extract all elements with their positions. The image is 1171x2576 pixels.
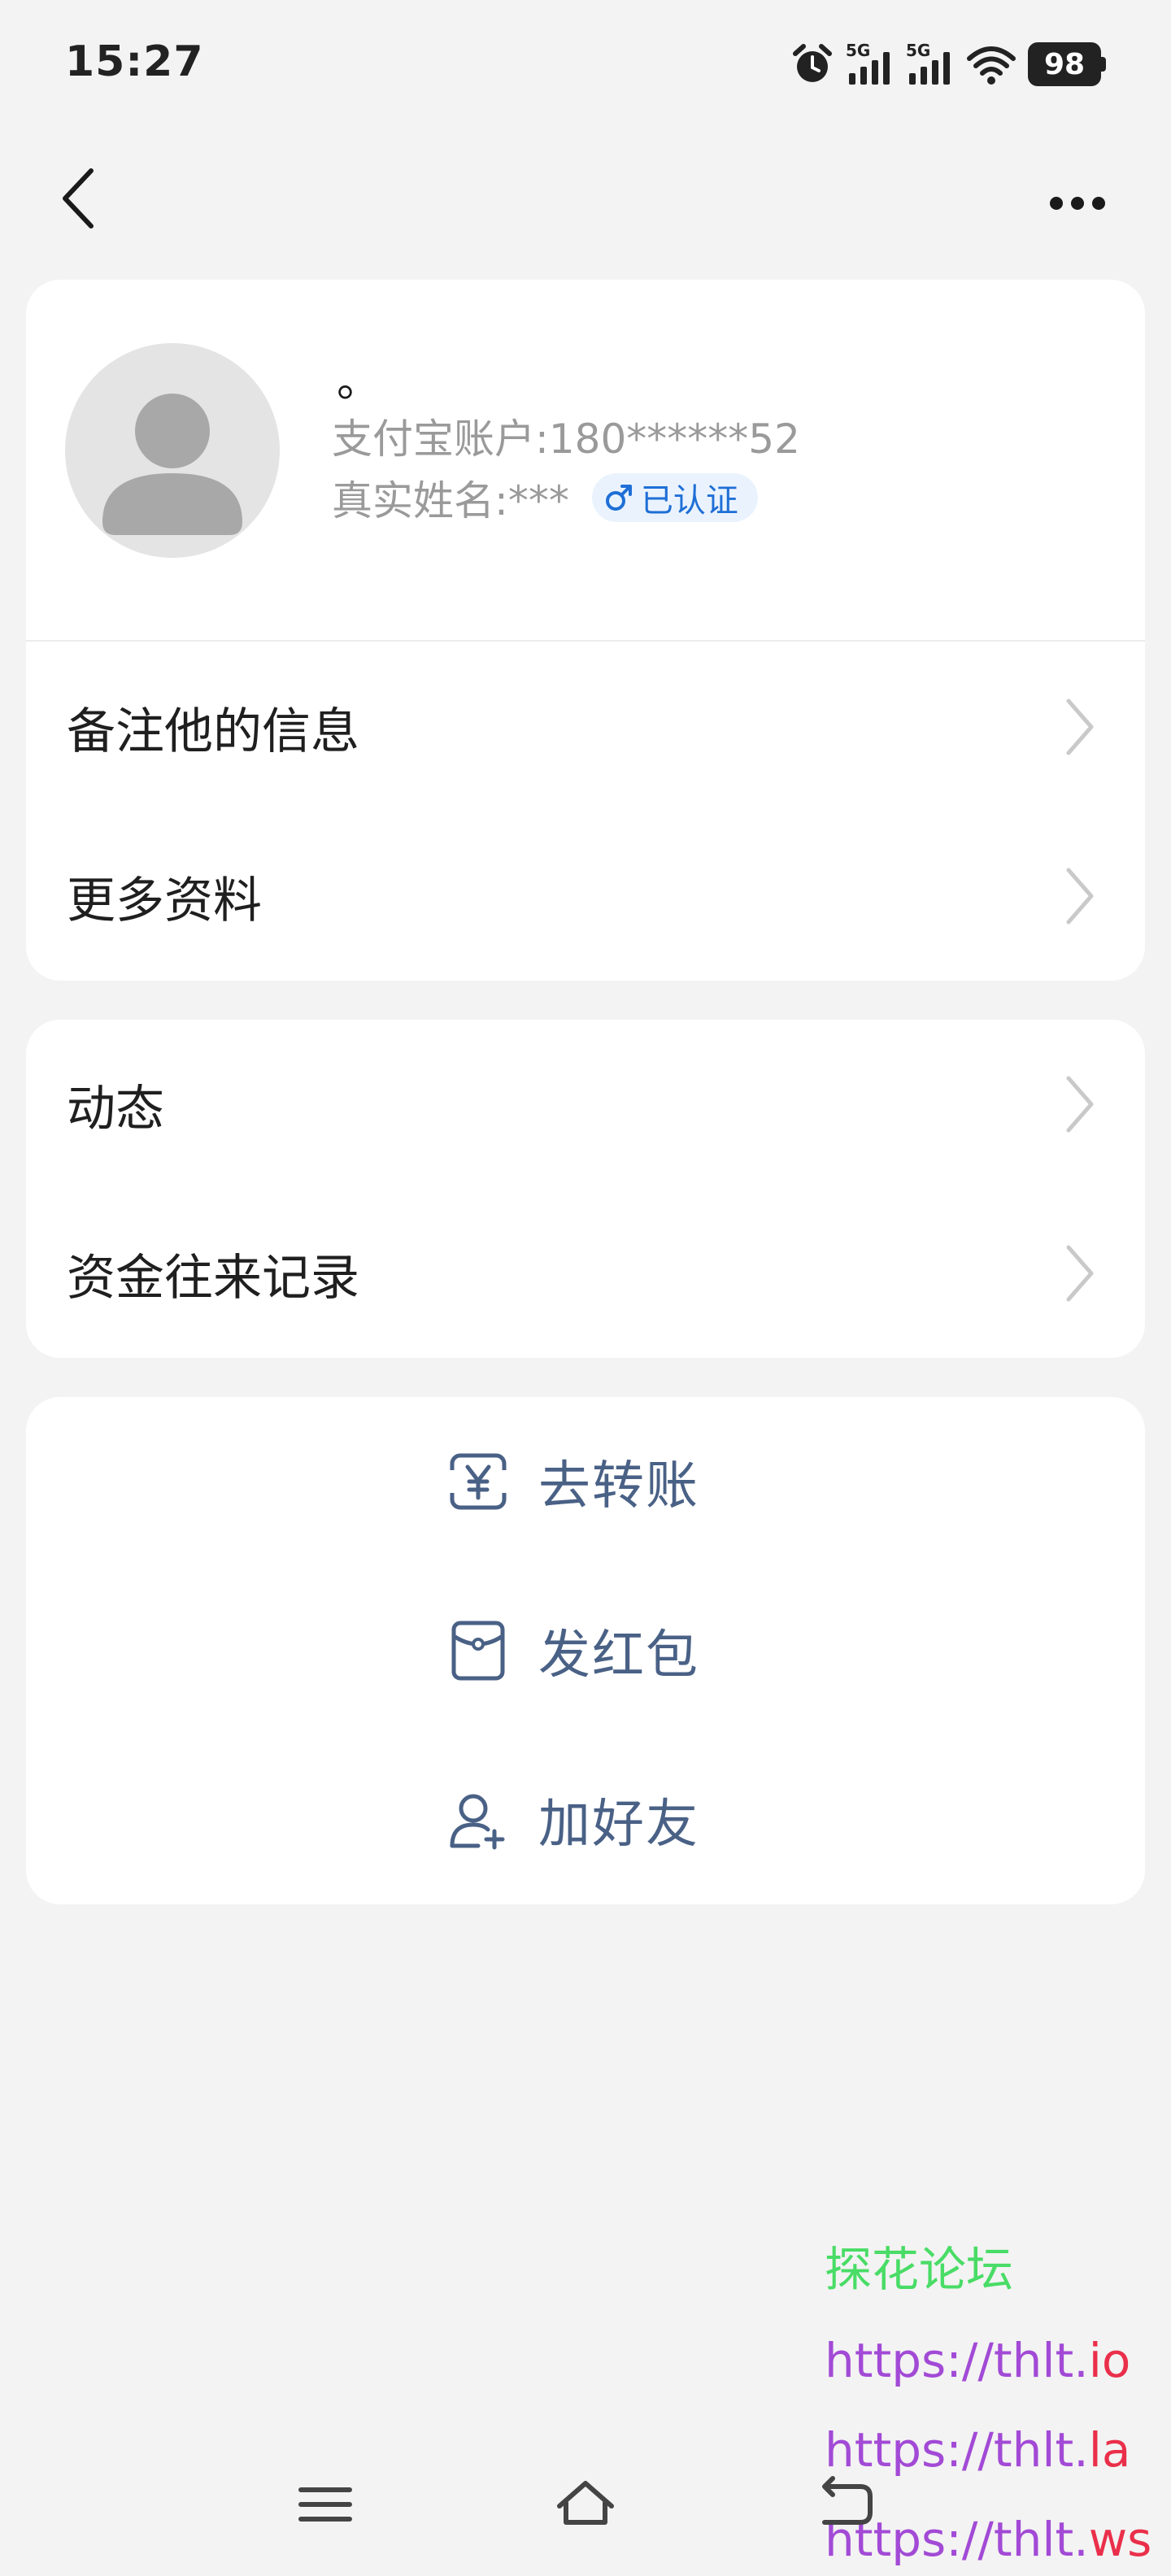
back-button[interactable] [49, 159, 107, 237]
home-icon[interactable] [553, 2472, 618, 2537]
transfer-button[interactable]: 去转账 [26, 1397, 1145, 1566]
activity-card: 动态 资金往来记录 [26, 1020, 1145, 1358]
watermark-link-suffix: ws [1088, 2512, 1152, 2567]
fund-records-row[interactable]: 资金往来记录 [26, 1189, 1145, 1358]
red-envelope-label: 发红包 [538, 1625, 699, 1686]
transfer-label: 去转账 [538, 1456, 699, 1516]
chevron-right-icon [1066, 1245, 1094, 1302]
back-arrow-icon [63, 168, 94, 228]
watermark-link-suffix: la [1088, 2422, 1131, 2478]
battery-tip [1101, 57, 1106, 72]
more-button[interactable] [1041, 171, 1114, 236]
fund-records-label: 资金往来记录 [67, 1249, 359, 1307]
remark-info-row[interactable]: 备注他的信息 [26, 642, 1145, 812]
status-time: 15:27 [65, 37, 204, 86]
add-friend-label: 加好友 [538, 1795, 699, 1855]
more-dots-icon [1071, 197, 1084, 210]
account-number: 支付宝账户:180******52 [332, 416, 800, 463]
red-envelope-button[interactable]: 发红包 [26, 1566, 1145, 1735]
moments-row[interactable]: 动态 [26, 1020, 1145, 1189]
chevron-right-icon [1066, 698, 1094, 755]
back-nav-icon[interactable] [813, 2472, 878, 2537]
verified-label: 已认证 [640, 482, 738, 520]
moments-label: 动态 [67, 1080, 164, 1138]
watermark-link[interactable]: https://thlt.la [825, 2426, 1130, 2474]
watermark-title: 探花论坛 [825, 2242, 1014, 2297]
chevron-right-icon [1066, 1076, 1094, 1133]
actions-card: 去转账 发红包 加好友 [26, 1397, 1145, 1904]
signal-5g-icon: 5G [846, 41, 895, 88]
wifi-icon [967, 46, 1016, 85]
battery-icon: 98 [1028, 42, 1101, 86]
nickname: 。 [337, 355, 381, 407]
alarm-icon [793, 44, 832, 82]
profile-card: 。 支付宝账户:180******52 真实姓名:*** 已认证 备注他的信息 … [26, 280, 1145, 981]
remark-info-label: 备注他的信息 [67, 703, 359, 760]
more-profile-label: 更多资料 [67, 872, 262, 929]
menu-icon[interactable] [293, 2472, 358, 2537]
watermark-link-prefix: https://thlt. [825, 2333, 1089, 2388]
red-envelope-icon [451, 1621, 505, 1681]
watermark-link-suffix: io [1088, 2333, 1131, 2388]
male-icon [605, 485, 632, 511]
status-icons: 5G 5G 98 [790, 36, 1106, 93]
signal-5g-icon: 5G [906, 41, 955, 88]
more-dots-icon [1050, 197, 1063, 210]
watermark-link-prefix: https://thlt. [825, 2422, 1089, 2478]
real-name: 真实姓名:*** [332, 477, 569, 524]
more-profile-row[interactable]: 更多资料 [26, 812, 1145, 981]
avatar[interactable] [65, 343, 280, 558]
chevron-right-icon [1066, 868, 1094, 925]
transfer-yuan-icon [447, 1453, 509, 1510]
add-friend-button[interactable]: 加好友 [26, 1735, 1145, 1904]
verified-badge: 已认证 [591, 473, 758, 522]
watermark-link[interactable]: https://thlt.io [825, 2337, 1130, 2384]
divider [26, 640, 1145, 642]
real-name-row: 真实姓名:*** 已认证 [332, 468, 758, 527]
more-dots-icon [1092, 197, 1105, 210]
default-user-icon [102, 394, 242, 535]
add-friend-icon [450, 1794, 505, 1850]
